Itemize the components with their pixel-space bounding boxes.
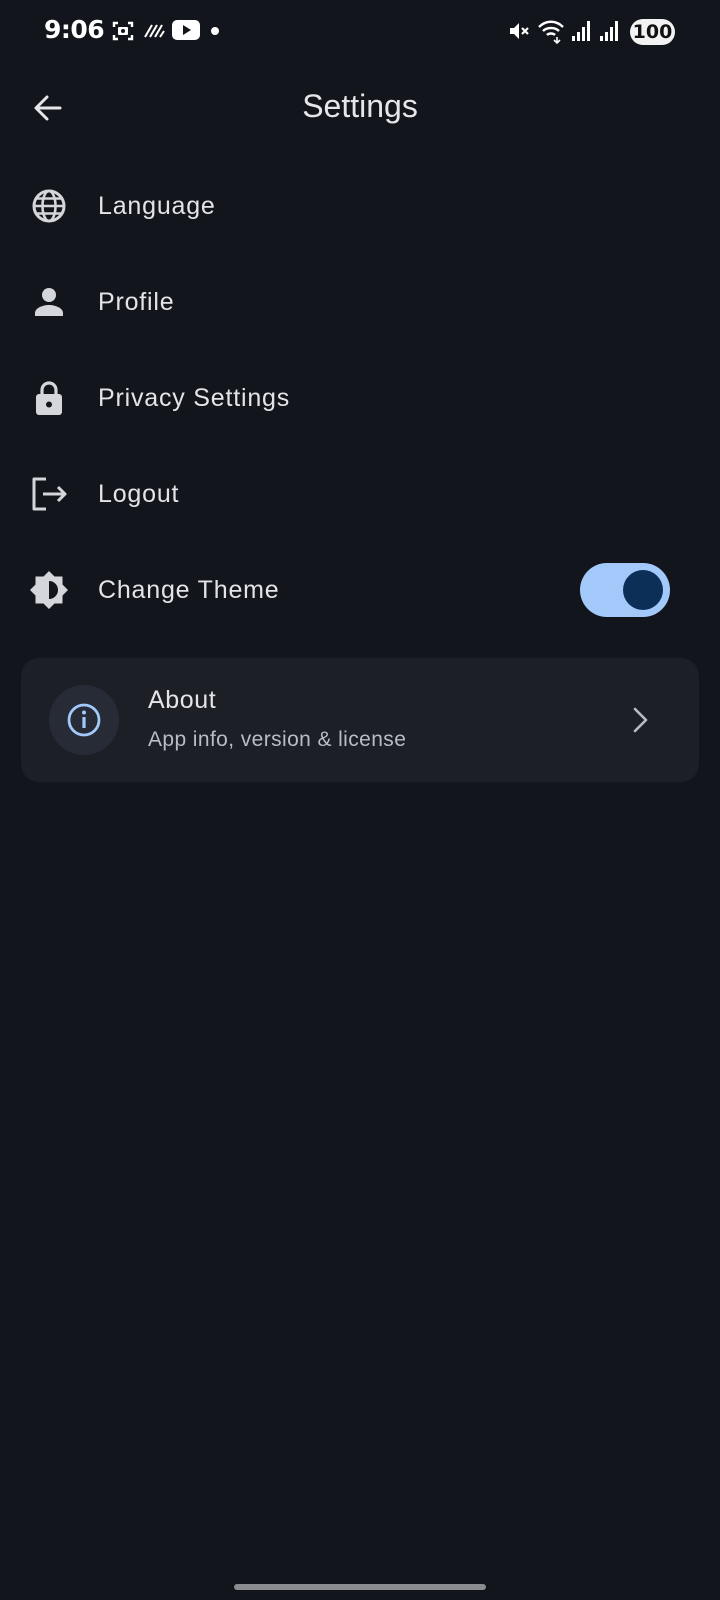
toggle-knob <box>623 570 663 610</box>
settings-item-language[interactable]: Language <box>0 158 720 254</box>
about-icon-container <box>49 685 119 755</box>
settings-item-privacy-settings[interactable]: Privacy Settings <box>0 350 720 446</box>
battery-indicator: 100 <box>630 19 675 45</box>
person-icon <box>35 288 63 316</box>
settings-item-label: Change Theme <box>98 576 280 604</box>
dot-icon <box>211 27 219 35</box>
signal-icon <box>572 21 590 41</box>
about-card[interactable]: About App info, version & license <box>21 658 699 782</box>
settings-item-change-theme: Change Theme <box>0 542 720 638</box>
theme-toggle[interactable] <box>580 563 670 617</box>
status-bar: 9:06 100 <box>0 0 720 64</box>
home-indicator[interactable] <box>234 1584 486 1590</box>
info-icon <box>67 703 101 737</box>
page-title: Settings <box>302 88 418 124</box>
status-time: 9:06 <box>44 15 105 44</box>
settings-item-logout[interactable]: Logout <box>0 446 720 542</box>
app-bar: Settings <box>0 64 720 150</box>
globe-icon <box>32 189 66 223</box>
settings-item-profile[interactable]: Profile <box>0 254 720 350</box>
mute-icon <box>510 23 529 39</box>
chevron-right-icon <box>633 707 648 733</box>
logout-icon <box>32 477 67 511</box>
youtube-icon <box>172 20 200 40</box>
settings-item-label: Language <box>98 192 216 220</box>
screenshot-icon <box>112 21 134 41</box>
signal-icon-2 <box>600 21 618 41</box>
about-subtitle: App info, version & license <box>148 728 407 751</box>
settings-item-label: Logout <box>98 480 180 508</box>
lock-icon <box>36 381 62 415</box>
about-title: About <box>148 686 217 714</box>
wifi-icon <box>538 20 564 44</box>
settings-item-label: Privacy Settings <box>98 384 291 412</box>
settings-item-label: Profile <box>98 288 175 316</box>
settings-screen: 9:06 100 Settings Language Profile Priva… <box>0 0 720 1600</box>
stripes-icon <box>144 24 165 38</box>
brightness-icon <box>30 571 68 609</box>
